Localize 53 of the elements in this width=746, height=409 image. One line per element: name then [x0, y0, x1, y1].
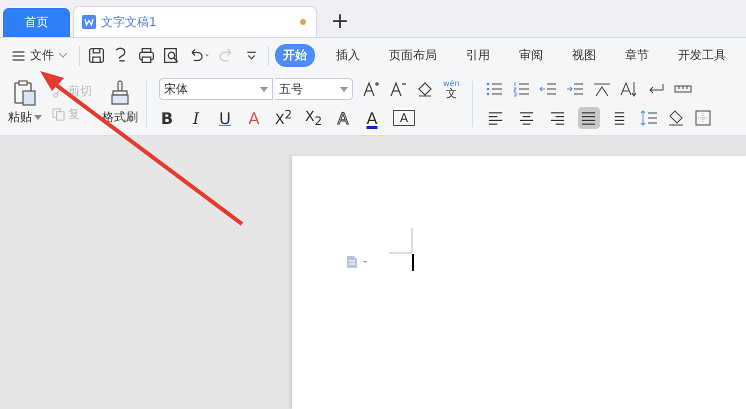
ribbon-tab[interactable]: 视图 — [564, 44, 604, 67]
line-spacing-icon[interactable] — [640, 109, 658, 127]
format-button[interactable]: U — [217, 108, 233, 128]
caret-icon — [340, 86, 348, 92]
menu-icon — [12, 50, 25, 60]
bullet-list-icon[interactable] — [484, 80, 503, 98]
borders-icon[interactable] — [694, 109, 712, 127]
format-button[interactable]: I — [188, 108, 204, 128]
ribbon-tab[interactable]: 引用 — [458, 44, 498, 67]
shrink-font-icon[interactable] — [389, 80, 407, 98]
chevron-down-icon — [59, 53, 67, 58]
caret-icon — [260, 86, 268, 92]
home-tab[interactable]: 首页 — [3, 8, 70, 37]
ribbon-tab[interactable]: 审阅 — [511, 44, 551, 67]
font-family-dropdown[interactable]: 宋体 — [159, 78, 273, 100]
print-icon[interactable] — [138, 47, 155, 64]
format-button[interactable]: X$_{2}$ — [305, 108, 322, 128]
clipboard-icon — [13, 80, 37, 106]
ribbon-tab[interactable]: 章节 — [617, 44, 657, 67]
format-button[interactable]: A — [364, 108, 380, 128]
ribbon-tab[interactable]: 开发工具 — [670, 44, 734, 67]
scissors-icon — [52, 85, 65, 98]
align-icon — [580, 110, 598, 126]
paste-button[interactable]: 粘贴 — [8, 80, 42, 126]
margin-corner-mark — [389, 228, 413, 254]
paste-label: 粘贴 — [8, 109, 32, 126]
format-button[interactable]: A — [335, 108, 352, 128]
save-icon[interactable] — [88, 47, 105, 64]
print-preview-icon[interactable] — [163, 47, 180, 64]
align-icon — [518, 110, 536, 126]
phonetic-guide-button[interactable]: wén 文 — [443, 80, 460, 98]
eraser-icon[interactable] — [416, 80, 434, 98]
copy-icon — [52, 108, 65, 121]
format-button[interactable]: A — [246, 108, 262, 128]
align-icon — [549, 110, 566, 126]
numbered-list-icon[interactable] — [512, 80, 530, 98]
format-button[interactable]: X$^{2}$ — [275, 108, 292, 128]
document-tab[interactable]: 文字文稿1 — [73, 6, 317, 37]
new-tab-button[interactable]: + — [320, 6, 360, 37]
font-size-dropdown[interactable]: 五号 — [275, 78, 353, 100]
align-button[interactable] — [578, 107, 600, 129]
file-menu[interactable]: 文件 — [10, 45, 69, 66]
ribbon-tab[interactable]: 页面布局 — [381, 44, 445, 67]
text-cursor — [412, 254, 414, 271]
format-button[interactable]: B — [159, 108, 175, 128]
format-button[interactable]: A — [393, 110, 416, 126]
ribbon-tab[interactable]: 插入 — [328, 44, 368, 67]
caret-icon — [34, 115, 42, 120]
shading-icon[interactable] — [666, 109, 685, 127]
sort-icon[interactable] — [620, 80, 638, 98]
document-icon — [82, 15, 96, 29]
align-icon — [487, 110, 504, 126]
grow-font-icon[interactable] — [362, 80, 380, 98]
